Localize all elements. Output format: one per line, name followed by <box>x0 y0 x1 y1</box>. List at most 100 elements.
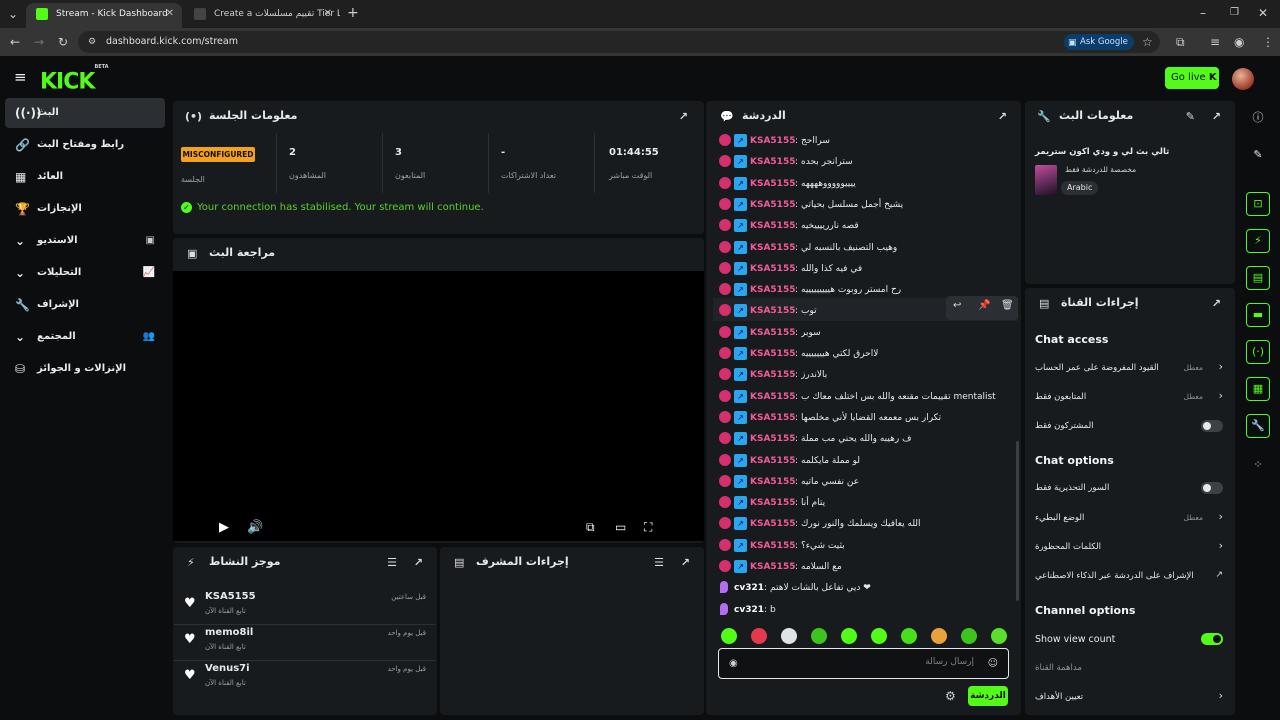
chat-username[interactable]: KSA5155 <box>750 367 795 383</box>
chat-username[interactable]: cv321 <box>734 602 764 618</box>
close-tab-icon[interactable]: ✕ <box>324 3 332 25</box>
popout-icon[interactable]: ↗ <box>998 110 1007 123</box>
sidebar-item-studio[interactable]: ⌄ الاستديو ▣ <box>5 226 165 256</box>
send-chat-button[interactable]: الدردشة <box>968 686 1008 706</box>
avatar[interactable] <box>1232 68 1254 90</box>
chat-username[interactable]: KSA5155 <box>750 282 795 298</box>
extensions-icon[interactable]: ⧉ <box>1176 35 1185 49</box>
emote-icon[interactable] <box>931 628 947 644</box>
stream-category[interactable]: مخصصة للدردشة فقط <box>1065 165 1136 174</box>
raid-channel-row[interactable]: مداهمة القناة <box>1035 660 1225 680</box>
play-icon[interactable]: ▶ <box>219 520 229 535</box>
popout-icon[interactable]: ↗ <box>1212 297 1221 310</box>
reply-icon[interactable]: ↩ <box>953 300 961 311</box>
document-icon[interactable]: ▤ <box>1246 266 1270 290</box>
chat-message[interactable]: ↗ KSA5155: ف رهيبه والله يحني مب مملة <box>706 431 1018 452</box>
wrench-icon[interactable]: 🔧 <box>1246 414 1270 438</box>
forward-icon[interactable]: → <box>34 35 44 49</box>
chat-message[interactable]: ↗ KSA5155: قصه ناررييييخيه <box>706 218 1018 239</box>
chat-message[interactable]: ↗ KSA5155: عن نفسي ماتيه <box>706 474 1018 495</box>
media-icon[interactable]: ≡ <box>1210 35 1220 49</box>
emote-icon[interactable] <box>721 628 737 644</box>
emote-icon[interactable] <box>841 628 857 644</box>
emote-icon[interactable] <box>991 628 1007 644</box>
back-icon[interactable]: ← <box>10 35 20 49</box>
chat-input[interactable]: ◉ إرسال رسالة ☺ <box>718 648 1009 679</box>
chat-username[interactable]: KSA5155 <box>750 197 795 213</box>
reload-icon[interactable]: ↻ <box>58 35 68 49</box>
chat-message[interactable]: ↗ KSA5155: بثيت شيء؟ <box>706 538 1018 559</box>
activity-user[interactable]: Venus7i <box>205 663 250 674</box>
close-window-icon[interactable]: ✕ <box>1258 6 1268 20</box>
popout-icon[interactable]: ↗ <box>414 556 423 569</box>
chat-username[interactable]: KSA5155 <box>750 431 795 447</box>
minimize-icon[interactable]: – <box>1200 6 1206 20</box>
chat-message[interactable]: ↗ KSA5155: يشيخ أجمل مسلسل بحياتي <box>706 197 1018 218</box>
chat-message[interactable]: ↗ KSA5155: تكرار بس معمعه القضايا لأني مخل… <box>706 410 1018 431</box>
chat-username[interactable]: KSA5155 <box>750 559 795 575</box>
edit-pencil-icon[interactable]: ✎ <box>1246 143 1270 167</box>
chat-username[interactable]: KSA5155 <box>750 325 795 341</box>
ask-google-button[interactable]: ▣ Ask Google <box>1064 34 1134 50</box>
chat-username[interactable]: KSA5155 <box>750 154 795 170</box>
chat-username[interactable]: KSA5155 <box>750 474 795 490</box>
chat-username[interactable]: KSA5155 <box>750 538 795 554</box>
chat-message[interactable]: cv321: b <box>706 602 1018 620</box>
chat-message[interactable]: ↗ KSA5155: في فيه كذا والله <box>706 261 1018 282</box>
sidebar-item-stream[interactable]: ((·)) البث <box>5 98 165 128</box>
followers-only-row[interactable]: المتابعون فقط معطل › <box>1035 389 1225 409</box>
theater-mode-icon[interactable]: ▭ <box>615 520 626 534</box>
chat-username[interactable]: cv321 <box>734 580 764 596</box>
chat-message[interactable]: ↗ KSA5155: سرااحج <box>706 133 1018 154</box>
go-live-button[interactable]: Go live K <box>1165 67 1219 89</box>
emote-icon[interactable] <box>781 628 797 644</box>
ai-moderation-row[interactable]: الإشراف على الدردشة عبر الذكاء الاصطناعي… <box>1035 568 1225 588</box>
emote-icon[interactable] <box>871 628 887 644</box>
pip-icon[interactable]: ⧉ <box>586 520 595 535</box>
sidebar-item-moderation[interactable]: 🔧 الإشراف <box>5 290 165 320</box>
kick-logo[interactable]: KICKBETA <box>40 64 109 93</box>
chat-username[interactable]: KSA5155 <box>750 303 795 319</box>
edit-pencil-icon[interactable]: ✎ <box>1186 110 1195 123</box>
sidebar-item-drops[interactable]: ⛁ الإنزالات و الجوائز <box>5 354 165 384</box>
chat-username[interactable]: KSA5155 <box>750 133 795 149</box>
chat-message[interactable]: ↗ KSA5155: وهيب التصنيف بالنسبه لي <box>706 240 1018 261</box>
delete-icon[interactable]: 🗑 <box>1001 300 1014 311</box>
emotes-only-toggle[interactable] <box>1201 482 1223 494</box>
more-dots-icon[interactable]: ⁘ <box>1246 453 1270 477</box>
volume-icon[interactable]: 🔊 <box>247 520 263 535</box>
fullscreen-icon[interactable]: ⛶ <box>644 520 652 535</box>
chat-message[interactable]: ↗ KSA5155: سترانجر بحده <box>706 154 1018 175</box>
pin-icon[interactable]: 📌 <box>978 300 990 311</box>
broadcast-icon[interactable]: (·) <box>1246 340 1270 364</box>
popout-icon[interactable]: ↗ <box>679 110 688 123</box>
chat-message[interactable]: ↗ KSA5155: سوبر <box>706 325 1018 346</box>
emote-icon[interactable] <box>961 628 977 644</box>
new-tab-icon[interactable]: + <box>347 6 359 20</box>
filter-icon[interactable]: ☰ <box>387 556 397 569</box>
slow-mode-row[interactable]: الوضع البطيء معطل › <box>1035 510 1225 530</box>
chat-message[interactable]: cv321: ديي تفاعل بالشات لاهتم ❤ <box>706 580 1018 601</box>
emote-icon[interactable] <box>751 628 767 644</box>
site-info-icon[interactable]: ⚙ <box>88 35 96 49</box>
emote-icon[interactable] <box>901 628 917 644</box>
popout-icon[interactable]: ↗ <box>1212 110 1221 123</box>
category-thumbnail[interactable] <box>1035 165 1057 195</box>
emote-picker-icon[interactable]: ☺ <box>988 657 998 671</box>
emoji-icon[interactable]: ◉ <box>729 657 738 671</box>
activity-user[interactable]: KSA5155 <box>205 591 256 602</box>
popout-icon[interactable]: ↗ <box>681 556 690 569</box>
browser-tab-active[interactable]: Stream - Kick Dashboard ✕ <box>26 3 182 28</box>
chat-bubble-icon[interactable]: ▬ <box>1246 303 1270 327</box>
chat-message[interactable]: ↗ KSA5155: مع السلامه <box>706 559 1018 580</box>
chat-settings-gear-icon[interactable]: ⚙ <box>945 689 956 703</box>
address-bar[interactable]: ⚙ dashboard.kick.com/stream <box>78 31 1160 53</box>
browser-tab[interactable]: Create a تقييم مسلسلات Tier Lis ✕ <box>184 3 340 28</box>
info-icon[interactable]: ⓘ <box>1246 106 1270 130</box>
set-goals-row[interactable]: تعيين الأهداف › <box>1035 689 1225 709</box>
chat-username[interactable]: KSA5155 <box>750 240 795 256</box>
chat-username[interactable]: KSA5155 <box>750 389 795 405</box>
sidebar-item-analytics[interactable]: ⌄ التحليلات 📈 <box>5 258 165 288</box>
focus-icon[interactable]: ⊡ <box>1246 192 1270 216</box>
close-tab-icon[interactable]: ✕ <box>166 3 174 25</box>
